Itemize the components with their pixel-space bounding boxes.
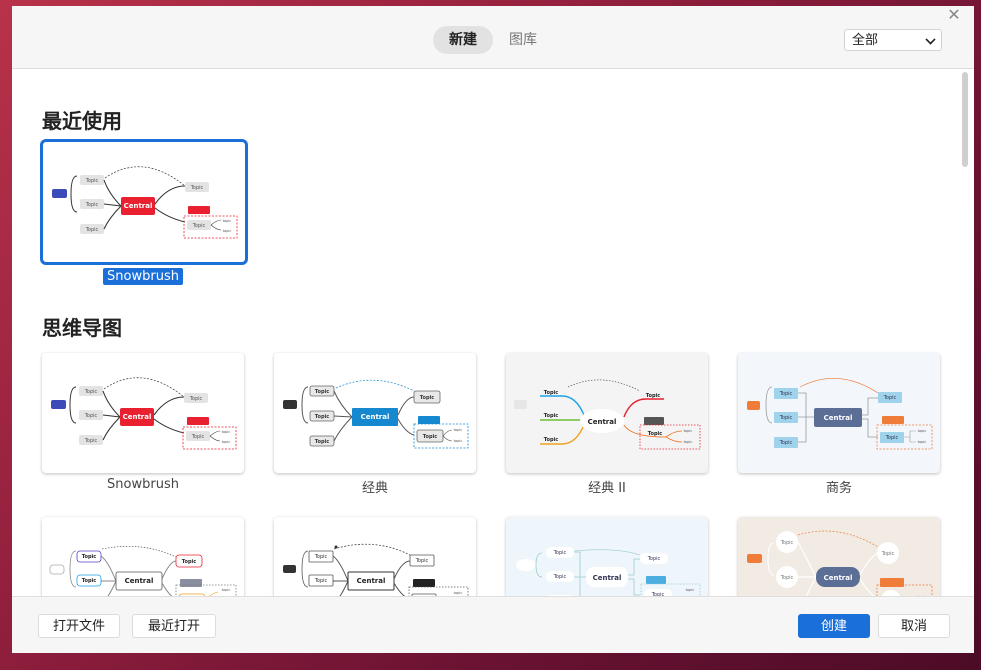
svg-text:Topic: Topic [84, 389, 98, 395]
svg-text:Topic: Topic [553, 550, 567, 556]
svg-text:Topic: Topic [315, 389, 329, 395]
category-filter-select[interactable]: 全部 [844, 29, 942, 51]
close-icon[interactable]: ✕ [946, 7, 962, 23]
svg-text:Topic: Topic [315, 439, 329, 445]
svg-text:Central: Central [361, 413, 390, 421]
template-card-business[interactable]: Topic Topic Topic Central Topic Topic to… [738, 353, 940, 473]
svg-text:Topic: Topic [189, 396, 203, 402]
template-label: 商务 [825, 481, 852, 496]
recent-open-button[interactable]: 最近打开 [132, 614, 216, 638]
svg-text:Topic: Topic [84, 438, 98, 444]
svg-text:Topic: Topic [84, 413, 98, 419]
template-thumbnail: Topic Topic Topic Central Topic Topic to… [283, 379, 469, 449]
svg-text:Topic: Topic [779, 391, 793, 397]
svg-text:Central: Central [588, 418, 617, 426]
svg-text:topic: topic [454, 439, 463, 443]
dialog-header: 新建 图库 全部 ✕ [12, 6, 974, 69]
template-thumbnail: Topic Topic Central Topic Topic topic [283, 543, 469, 596]
svg-text:Topic: Topic [85, 178, 99, 184]
svg-text:Topic: Topic [192, 223, 206, 229]
template-card[interactable]: Topic Topic Topic Central Topic Topic to… [506, 517, 708, 596]
svg-text:topic: topic [222, 588, 231, 592]
open-file-button[interactable]: 打开文件 [38, 614, 120, 638]
template-card-classic-ii[interactable]: Topic Topic Topic Central Topic Topic to… [506, 353, 708, 473]
svg-text:Topic: Topic [315, 414, 329, 420]
template-thumbnail: Topic Topic Central Topic Topic topic [747, 530, 933, 596]
template-label: Snowbrush [42, 268, 244, 285]
template-label: 经典 II [588, 481, 626, 496]
svg-text:Topic: Topic [314, 554, 328, 560]
svg-text:Topic: Topic [415, 558, 429, 564]
svg-text:Topic: Topic [85, 227, 99, 233]
template-thumbnail: Topic Topic Central Topic Topic topic [49, 545, 237, 596]
svg-text:Topic: Topic [780, 540, 794, 546]
cancel-button[interactable]: 取消 [878, 614, 950, 638]
dialog-footer: 打开文件 最近打开 创建 取消 [12, 596, 974, 653]
svg-text:Topic: Topic [420, 395, 434, 401]
template-card[interactable]: Topic Topic Central Topic Topic topic [738, 517, 940, 596]
svg-text:topic: topic [684, 429, 693, 433]
svg-text:Topic: Topic [182, 559, 196, 565]
svg-text:Topic: Topic [647, 556, 661, 562]
svg-text:Topic: Topic [780, 575, 794, 581]
svg-text:Topic: Topic [190, 185, 204, 191]
svg-text:topic: topic [918, 429, 927, 433]
section-title-recent: 最近使用 [42, 109, 122, 133]
svg-text:Topic: Topic [779, 440, 793, 446]
template-thumbnail: Topic Topic Topic Central Topic Topic to… [747, 378, 933, 450]
svg-text:Topic: Topic [314, 578, 328, 584]
svg-text:Central: Central [824, 574, 853, 582]
template-card-recent-snowbrush[interactable]: Topic Topic Topic Central Topic Topic to… [40, 139, 248, 265]
svg-text:topic: topic [686, 588, 695, 592]
new-document-dialog: 新建 图库 全部 ✕ 最近使用 Topic Topic Topic Centra… [12, 6, 974, 653]
svg-text:Topic: Topic [423, 434, 437, 440]
svg-text:topic: topic [684, 440, 693, 444]
svg-text:topic: topic [223, 219, 232, 223]
tab-new[interactable]: 新建 [433, 26, 493, 54]
template-thumbnail: Topic Topic Topic Central Topic Topic to… [51, 377, 237, 450]
category-filter-value: 全部 [852, 33, 879, 48]
svg-text:Topic: Topic [85, 202, 99, 208]
template-card[interactable]: Topic Topic Central Topic Topic topic [274, 517, 476, 596]
svg-text:Topic: Topic [191, 434, 205, 440]
template-card-snowbrush[interactable]: Topic Topic Topic Central Topic Topic to… [42, 353, 244, 473]
svg-text:Topic: Topic [779, 415, 793, 421]
svg-text:topic: topic [222, 430, 231, 434]
svg-text:Central: Central [824, 414, 853, 422]
svg-text:Topic: Topic [881, 551, 895, 557]
svg-text:topic: topic [223, 229, 232, 233]
section-title-mindmap: 思维导图 [42, 316, 122, 340]
svg-text:Topic: Topic [82, 554, 96, 560]
svg-text:Topic: Topic [885, 435, 899, 441]
svg-text:Central: Central [593, 574, 622, 582]
template-thumbnail: Topic Topic Topic Central Topic Topic to… [52, 166, 238, 239]
svg-text:topic: topic [222, 440, 231, 444]
template-card-classic[interactable]: Topic Topic Topic Central Topic Topic to… [274, 353, 476, 473]
template-thumbnail: Topic Topic Topic Central Topic Topic to… [514, 379, 701, 450]
template-gallery: 最近使用 Topic Topic Topic Central Topic Top… [12, 69, 974, 596]
svg-text:Topic: Topic [544, 390, 558, 396]
svg-text:Central: Central [125, 577, 154, 585]
template-card[interactable]: Topic Topic Central Topic Topic topic [42, 517, 244, 596]
svg-text:Topic: Topic [544, 437, 558, 443]
svg-text:Central: Central [123, 413, 152, 421]
svg-text:Central: Central [124, 202, 153, 210]
svg-text:Central: Central [357, 577, 386, 585]
chevron-down-icon [925, 34, 936, 45]
svg-text:Topic: Topic [544, 413, 558, 419]
create-button[interactable]: 创建 [798, 614, 870, 638]
svg-text:topic: topic [454, 428, 463, 432]
svg-text:topic: topic [918, 440, 927, 444]
svg-text:topic: topic [454, 591, 463, 595]
vertical-scrollbar[interactable] [962, 72, 968, 167]
template-label: 经典 [361, 481, 388, 496]
svg-text:Topic: Topic [883, 395, 897, 401]
svg-text:Topic: Topic [82, 578, 96, 584]
svg-text:Topic: Topic [553, 574, 567, 580]
template-thumbnail: Topic Topic Topic Central Topic Topic to… [516, 547, 701, 596]
svg-text:Topic: Topic [646, 393, 660, 399]
tab-gallery[interactable]: 图库 [498, 26, 548, 54]
template-label: Snowbrush [107, 477, 179, 492]
